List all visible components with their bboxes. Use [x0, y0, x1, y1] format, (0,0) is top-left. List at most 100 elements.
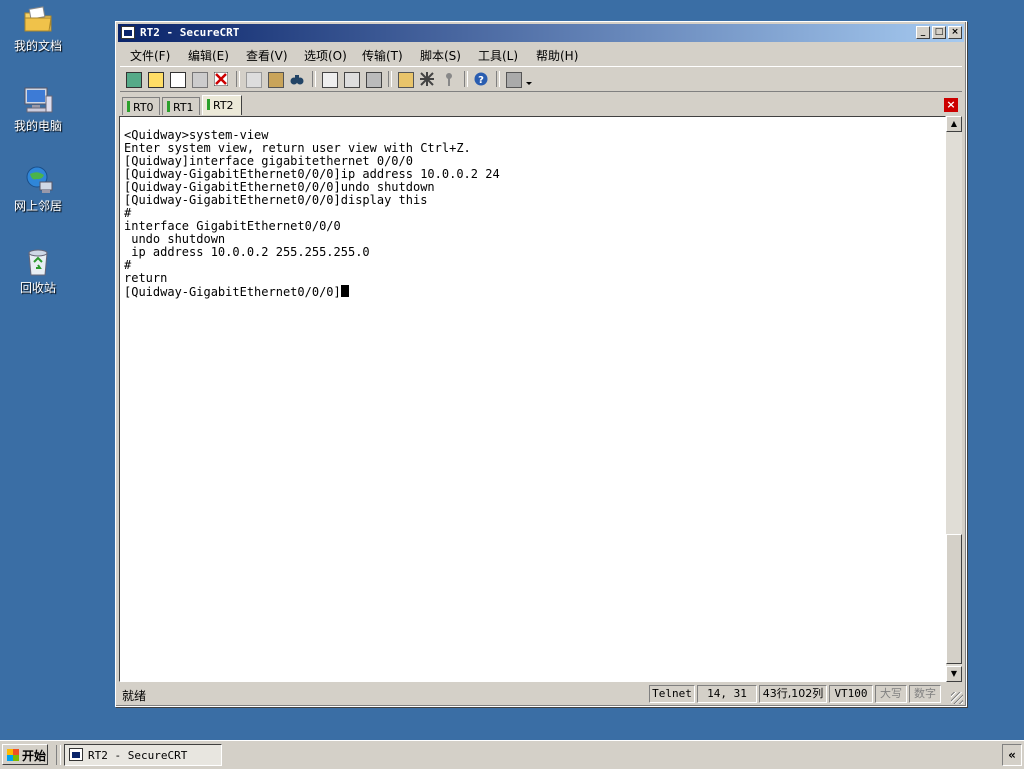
terminal-cursor — [340, 285, 349, 297]
quick-connect-icon[interactable] — [146, 70, 164, 88]
help-icon[interactable]: ? — [472, 70, 490, 88]
scroll-down-icon[interactable]: ▼ — [946, 666, 962, 682]
toolbar-separator — [388, 71, 392, 87]
securecrt-app-icon — [121, 26, 135, 39]
global-options-icon[interactable] — [418, 70, 436, 88]
toolbar-separator — [496, 71, 500, 87]
session-tabs: RT0 RT1 RT2 × — [120, 94, 962, 116]
taskbar: 开始 RT2 - SecureCRT « — [0, 740, 1024, 769]
terminal-line: [Quidway-GigabitEthernet0/0/0]undo shutd… — [124, 180, 435, 194]
taskbar-item-label: RT2 - SecureCRT — [88, 749, 188, 762]
toolbar-overflow-icon[interactable] — [524, 70, 534, 88]
desktop-icon-network-places[interactable]: 网上邻居 — [6, 164, 70, 213]
tab-label: RT1 — [173, 101, 194, 114]
toolbar-separator — [236, 71, 240, 87]
title-bar[interactable]: RT2 - SecureCRT _ □ × — [118, 24, 964, 42]
menu-bar: 文件(F) 编辑(E) 查看(V) 选项(O) 传输(T) 脚本(S) 工具(L… — [120, 44, 962, 64]
status-emulation: VT100 — [829, 685, 873, 703]
securecrt-window: RT2 - SecureCRT _ □ × 文件(F) 编辑(E) 查看(V) … — [115, 21, 967, 707]
menu-transfer[interactable]: 传输(T) — [362, 47, 403, 64]
terminal-line: Enter system view, return user view with… — [124, 141, 471, 155]
tray-expand-icon[interactable]: « — [1002, 744, 1022, 766]
desktop-icon-label: 我的文档 — [13, 39, 62, 53]
menu-file[interactable]: 文件(F) — [130, 47, 170, 64]
reconnect-icon[interactable] — [190, 70, 208, 88]
vertical-scrollbar[interactable]: ▲ ▼ — [946, 116, 962, 682]
sftp-icon[interactable] — [504, 70, 522, 88]
windows-logo-icon — [7, 749, 19, 761]
terminal-line: [Quidway-GigabitEthernet0/0/0]ip address… — [124, 167, 500, 181]
desktop-icon-label: 我的电脑 — [13, 119, 62, 133]
tab-label: RT0 — [133, 101, 154, 114]
status-caps-lock: 大写 — [875, 685, 907, 703]
print-icon[interactable] — [320, 70, 338, 88]
connected-indicator-icon — [127, 101, 130, 112]
close-tab-icon[interactable]: × — [944, 98, 958, 112]
maximize-button[interactable]: □ — [932, 26, 946, 39]
window-title: RT2 - SecureCRT — [140, 26, 240, 39]
connect-tab-icon[interactable] — [168, 70, 186, 88]
terminal-output[interactable]: <Quidway>system-view Enter system view, … — [119, 116, 946, 682]
status-bar: 就绪 Telnet 14, 31 43行,102列 VT100 大写 数字 — [119, 684, 963, 704]
print-selection-icon[interactable] — [342, 70, 360, 88]
toolbar: ? — [120, 66, 962, 92]
tab-rt0[interactable]: RT0 — [122, 97, 160, 115]
connected-indicator-icon — [167, 101, 170, 112]
scroll-up-icon[interactable]: ▲ — [946, 116, 962, 132]
svg-text:?: ? — [478, 75, 484, 86]
terminal-line: undo shutdown — [124, 232, 226, 246]
close-button[interactable]: × — [948, 26, 962, 39]
terminal-line: [Quidway]interface gigabitethernet 0/0/0 — [124, 154, 413, 168]
menu-help[interactable]: 帮助(H) — [536, 47, 578, 64]
recycle-bin-icon — [22, 246, 54, 278]
terminal-text: <Quidway>system-view Enter system view, … — [124, 129, 500, 299]
status-terminal-size: 43行,102列 — [759, 685, 827, 703]
paste-icon[interactable] — [266, 70, 284, 88]
status-ready: 就绪 — [122, 689, 147, 703]
taskbar-separator — [56, 745, 61, 765]
terminal-line: # — [124, 206, 132, 220]
desktop-icon-label: 网上邻居 — [13, 199, 62, 213]
tab-rt2[interactable]: RT2 — [202, 95, 242, 115]
session-options-icon[interactable] — [396, 70, 414, 88]
toolbar-separator — [312, 71, 316, 87]
menu-edit[interactable]: 编辑(E) — [188, 47, 229, 64]
taskbar-item-securecrt[interactable]: RT2 - SecureCRT — [64, 744, 222, 766]
disconnect-icon[interactable] — [212, 70, 230, 88]
desktop-icon-my-computer[interactable]: 我的电脑 — [6, 84, 70, 133]
status-num-lock: 数字 — [909, 685, 941, 703]
menu-options[interactable]: 选项(O) — [304, 47, 347, 64]
start-label: 开始 — [22, 749, 47, 763]
securecrt-app-icon — [69, 748, 83, 761]
terminal-line: ip address 10.0.0.2 255.255.255.0 — [124, 245, 370, 259]
terminal-line: return — [124, 271, 168, 285]
desktop-icon-recycle-bin[interactable]: 回收站 — [6, 246, 70, 295]
toolbar-separator — [464, 71, 468, 87]
start-button[interactable]: 开始 — [2, 744, 48, 765]
my-documents-icon — [22, 4, 54, 36]
connect-icon[interactable] — [124, 70, 142, 88]
status-protocol: Telnet — [649, 685, 695, 703]
copy-icon[interactable] — [244, 70, 262, 88]
tab-rt1[interactable]: RT1 — [162, 97, 200, 115]
desktop-icon-label: 回收站 — [19, 281, 56, 295]
menu-tools[interactable]: 工具(L) — [478, 47, 518, 64]
tab-label: RT2 — [213, 99, 234, 112]
menu-view[interactable]: 查看(V) — [246, 47, 288, 64]
my-computer-icon — [22, 84, 54, 116]
print-setup-icon[interactable] — [364, 70, 382, 88]
status-cursor-position: 14, 31 — [697, 685, 757, 703]
terminal-line: [Quidway-GigabitEthernet0/0/0]display th… — [124, 193, 428, 207]
terminal-line: <Quidway>system-view — [124, 128, 269, 142]
resize-grip-icon[interactable] — [951, 692, 963, 704]
terminal-prompt: [Quidway-GigabitEthernet0/0/0] — [124, 285, 341, 299]
keymap-icon[interactable] — [440, 70, 458, 88]
terminal-line: # — [124, 258, 132, 272]
menu-script[interactable]: 脚本(S) — [420, 47, 461, 64]
network-places-icon — [22, 164, 54, 196]
desktop-icon-my-documents[interactable]: 我的文档 — [6, 4, 70, 53]
connected-indicator-icon — [207, 99, 210, 110]
scrollbar-thumb[interactable] — [946, 534, 962, 664]
find-icon[interactable] — [288, 70, 306, 88]
minimize-button[interactable]: _ — [916, 26, 930, 39]
